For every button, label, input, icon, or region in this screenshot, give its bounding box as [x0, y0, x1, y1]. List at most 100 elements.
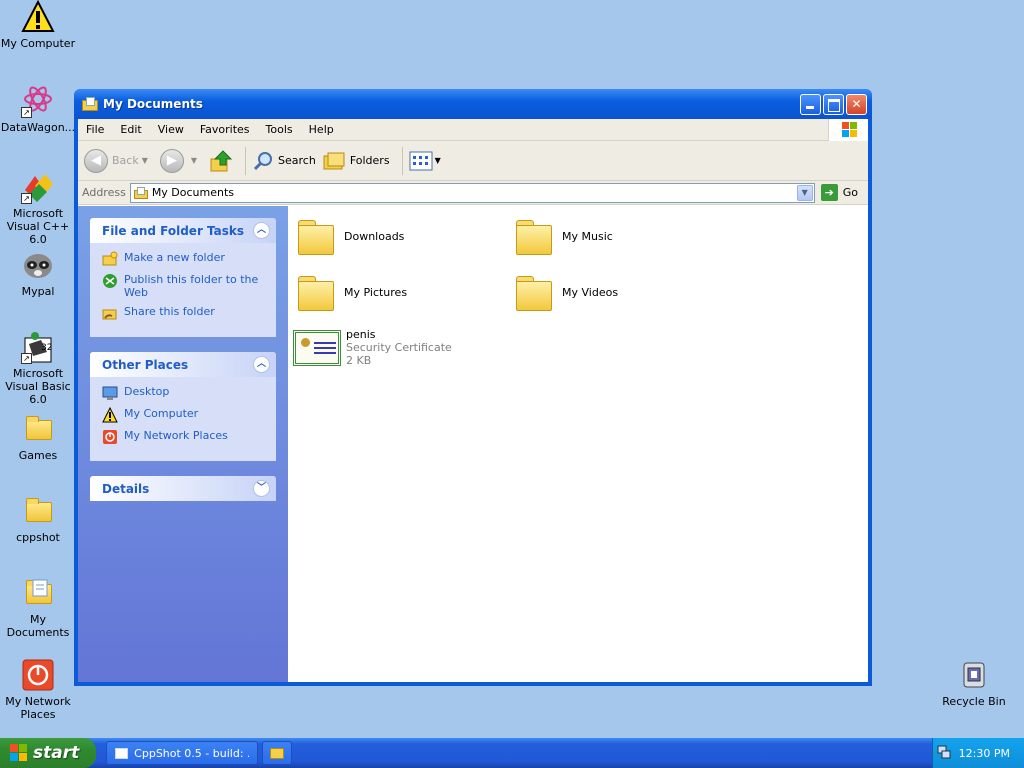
visual-basic-icon: 32 ↗ — [21, 330, 55, 364]
recycle-bin-icon — [957, 658, 991, 692]
up-folder-icon — [210, 149, 233, 171]
file-list: Downloads My Music My Pictures My Videos — [288, 206, 868, 682]
folder-icon — [21, 494, 55, 528]
expand-chevron-icon[interactable]: ﹀ — [253, 480, 270, 497]
visual-cpp-icon: ↗ — [21, 170, 55, 204]
desktop-icon-visual-cpp[interactable]: ↗ Microsoft Visual C++ 6.0 — [0, 170, 76, 246]
desktop-icon-my-documents[interactable]: My Documents — [0, 576, 76, 639]
taskbar-button-label: CppShot 0.5 - build: ... — [134, 746, 249, 760]
address-input[interactable]: My Documents ▼ — [129, 182, 815, 203]
taskbar-button-folder[interactable] — [262, 741, 292, 765]
menu-view[interactable]: View — [150, 119, 192, 141]
file-folder-tasks-header[interactable]: File and Folder Tasks ︿ — [90, 218, 276, 243]
task-share-folder[interactable]: Share this folder — [102, 305, 266, 321]
desktop-icon-games[interactable]: Games — [0, 412, 76, 462]
collapse-chevron-icon[interactable]: ︿ — [253, 356, 270, 373]
back-button[interactable]: ◀ Back ▼ — [84, 148, 154, 173]
back-label: Back — [112, 154, 139, 167]
desktop-icon-label: Recycle Bin — [942, 695, 1006, 708]
windows-logo-icon — [828, 119, 868, 141]
task-make-new-folder[interactable]: Make a new folder — [102, 251, 266, 267]
place-desktop[interactable]: Desktop — [102, 385, 266, 401]
place-label: My Computer — [124, 407, 199, 420]
task-label: Make a new folder — [124, 251, 225, 264]
file-item-certificate[interactable]: penis Security Certificate 2 KB — [293, 328, 452, 367]
desktop-icon-recycle-bin[interactable]: Recycle Bin — [936, 658, 1012, 708]
other-places-header[interactable]: Other Places ︿ — [90, 352, 276, 377]
maximize-button[interactable] — [823, 93, 844, 115]
start-label: start — [33, 743, 80, 763]
system-tray: 12:30 PM — [932, 738, 1024, 768]
menu-bar: File Edit View Favorites Tools Help — [78, 119, 868, 141]
folder-item-my-pictures[interactable]: My Pictures — [296, 272, 407, 312]
desktop-icon-label: Games — [18, 449, 58, 462]
place-my-network-places[interactable]: My Network Places — [102, 429, 266, 445]
desktop-icon-mypal[interactable]: Mypal — [0, 248, 76, 298]
menu-edit[interactable]: Edit — [112, 119, 149, 141]
minimize-button[interactable] — [800, 93, 821, 115]
desktop-icon-label: My Computer — [0, 37, 76, 50]
folder-item-my-music[interactable]: My Music — [514, 216, 613, 256]
start-button[interactable]: start — [0, 738, 96, 768]
desktop-icon-label: DataWagon... — [0, 121, 76, 134]
folder-item-my-videos[interactable]: My Videos — [514, 272, 618, 312]
details-header[interactable]: Details ﹀ — [90, 476, 276, 501]
place-my-computer[interactable]: My Computer — [102, 406, 266, 423]
new-folder-icon — [102, 251, 118, 267]
search-label: Search — [278, 154, 316, 167]
menu-favorites[interactable]: Favorites — [192, 119, 258, 141]
warning-icon — [21, 0, 55, 34]
toolbar-separator — [245, 146, 247, 175]
menu-help[interactable]: Help — [301, 119, 342, 141]
desktop-icon-label: cppshot — [16, 531, 60, 544]
globe-publish-icon — [102, 273, 118, 289]
taskbar: start CppShot 0.5 - build: ... 12:30 PM — [0, 738, 1024, 768]
views-button[interactable]: ▼ — [409, 151, 447, 171]
taskbar-button-cppshot[interactable]: CppShot 0.5 - build: ... — [106, 741, 258, 765]
task-publish-to-web[interactable]: Publish this folder to the Web — [102, 273, 266, 299]
menu-file[interactable]: File — [78, 119, 112, 141]
folder-icon — [270, 747, 284, 759]
network-tray-icon[interactable] — [937, 745, 951, 762]
item-label: My Music — [562, 229, 613, 243]
shortcut-arrow-icon: ↗ — [21, 193, 32, 204]
task-pane: File and Folder Tasks ︿ Make a new folde… — [78, 206, 288, 682]
desktop-icon-visual-basic[interactable]: 32 ↗ Microsoft Visual Basic 6.0 — [0, 330, 76, 406]
folder-icon — [296, 272, 336, 312]
desktop-icon-network-places[interactable]: My Network Places — [0, 658, 76, 721]
desktop-icon-datawagon[interactable]: ↗ DataWagon... — [0, 84, 76, 134]
warning-icon — [102, 406, 118, 423]
folders-label: Folders — [349, 154, 390, 167]
file-type: Security Certificate — [346, 341, 452, 354]
item-label: Downloads — [344, 229, 405, 243]
go-button[interactable]: ➔ Go — [820, 184, 858, 201]
share-folder-icon — [102, 305, 118, 321]
folder-window-icon — [82, 97, 98, 111]
forward-button[interactable]: ▶ ▼ — [159, 148, 203, 173]
desktop-icon-cppshot[interactable]: cppshot — [0, 494, 76, 544]
back-arrow-icon: ◀ — [84, 148, 108, 173]
file-folder-tasks-panel: File and Folder Tasks ︿ Make a new folde… — [90, 218, 276, 337]
collapse-chevron-icon[interactable]: ︿ — [253, 222, 270, 239]
folders-button[interactable]: Folders — [322, 150, 390, 172]
item-label: My Pictures — [344, 285, 408, 299]
place-label: My Network Places — [124, 429, 228, 442]
svg-text:32: 32 — [41, 343, 52, 353]
close-button[interactable]: ✕ — [846, 93, 867, 115]
panel-title: File and Folder Tasks — [102, 223, 245, 238]
desktop-icon-my-computer[interactable]: My Computer — [0, 0, 76, 50]
title-bar[interactable]: My Documents ✕ — [74, 89, 872, 119]
address-bar: Address My Documents ▼ ➔ Go — [78, 181, 868, 205]
folder-icon — [514, 272, 554, 312]
shortcut-arrow-icon: ↗ — [21, 353, 32, 364]
search-button[interactable]: Search — [252, 150, 316, 172]
menu-tools[interactable]: Tools — [258, 119, 301, 141]
panel-title: Details — [102, 481, 150, 496]
folder-item-downloads[interactable]: Downloads — [296, 216, 404, 256]
windows-logo-icon — [10, 744, 28, 762]
up-folder-button[interactable] — [209, 149, 233, 173]
task-label: Share this folder — [124, 305, 215, 318]
details-panel: Details ﹀ — [90, 476, 276, 501]
address-dropdown-icon[interactable]: ▼ — [796, 184, 813, 201]
clock[interactable]: 12:30 PM — [959, 747, 1010, 760]
